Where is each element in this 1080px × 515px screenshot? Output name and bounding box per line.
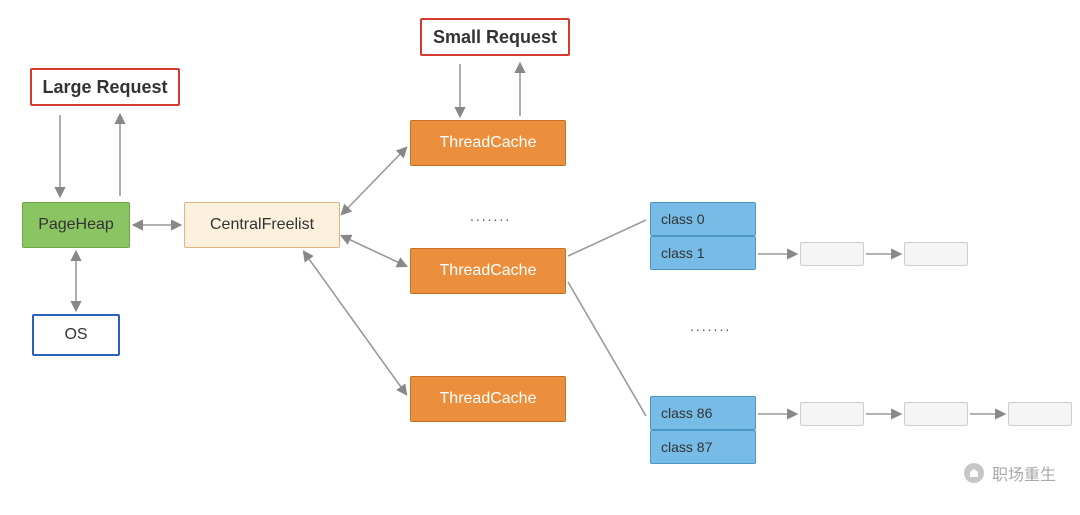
free-node bbox=[904, 242, 968, 266]
threadcache-ellipsis: ....... bbox=[470, 208, 511, 224]
large-request-title: Large Request bbox=[30, 68, 180, 106]
thread-cache-node-1: ThreadCache bbox=[410, 120, 566, 166]
wechat-icon bbox=[964, 463, 984, 483]
class-cell-1: class 1 bbox=[650, 236, 756, 270]
free-node bbox=[904, 402, 968, 426]
page-heap-node: PageHeap bbox=[22, 202, 130, 248]
free-node bbox=[800, 402, 864, 426]
central-freelist-node: CentralFreelist bbox=[184, 202, 340, 248]
free-node bbox=[800, 242, 864, 266]
thread-cache-node-2: ThreadCache bbox=[410, 248, 566, 294]
os-node: OS bbox=[32, 314, 120, 356]
class-cell-87: class 87 bbox=[650, 430, 756, 464]
small-request-title: Small Request bbox=[420, 18, 570, 56]
class-cell-0: class 0 bbox=[650, 202, 756, 236]
watermark-text: 职场重生 bbox=[992, 461, 1056, 485]
free-node bbox=[1008, 402, 1072, 426]
watermark: 职场重生 bbox=[964, 461, 1056, 485]
diagram-stage: { "titles": { "large_request": "Large Re… bbox=[0, 0, 1080, 515]
class-cell-86: class 86 bbox=[650, 396, 756, 430]
class-list-ellipsis: ....... bbox=[690, 318, 731, 334]
thread-cache-node-3: ThreadCache bbox=[410, 376, 566, 422]
